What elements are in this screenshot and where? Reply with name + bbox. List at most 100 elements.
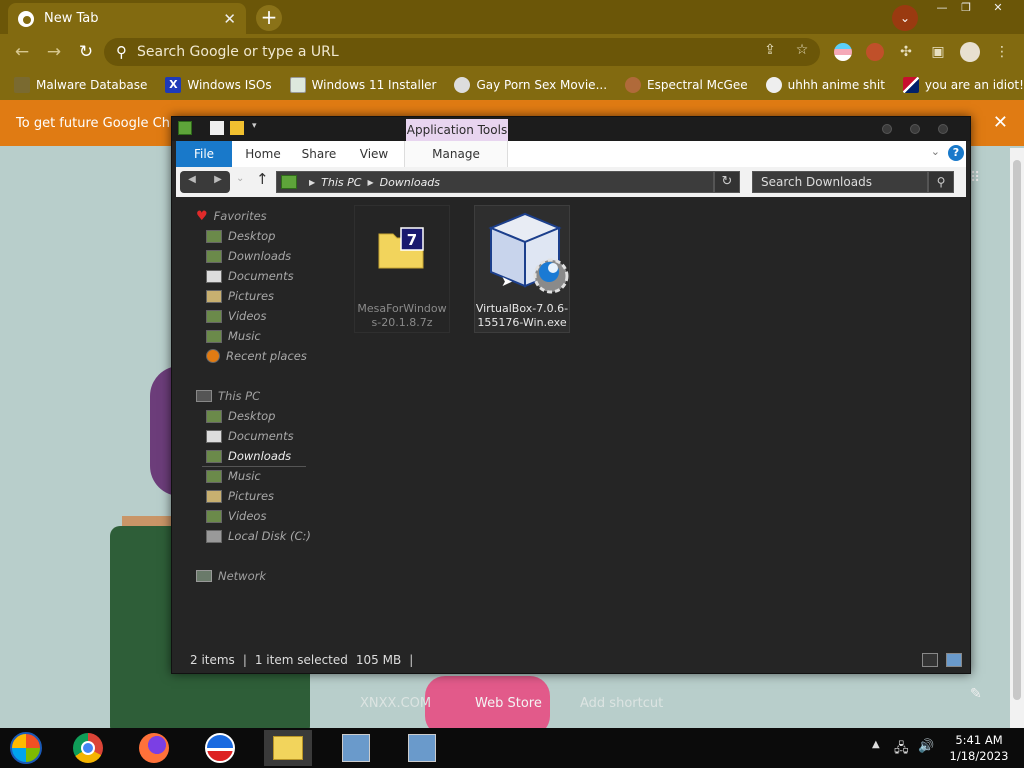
shortcut-add[interactable]: Add shortcut bbox=[580, 696, 663, 711]
bookmark-anime[interactable]: uhhh anime shit bbox=[765, 77, 885, 93]
restore-icon[interactable]: ❐ bbox=[954, 0, 978, 18]
shortcut-web-store[interactable]: Web Store bbox=[475, 696, 542, 711]
nav-pc-desktop[interactable]: Desktop bbox=[206, 407, 275, 425]
breadcrumb-arrow-icon[interactable]: ▶ bbox=[309, 178, 315, 187]
shortcut-xnxx[interactable]: XNXX.COM bbox=[360, 696, 431, 711]
nav-pc-music[interactable]: Music bbox=[206, 467, 261, 485]
forward-icon[interactable]: ▶ bbox=[206, 174, 230, 185]
minimize-icon[interactable] bbox=[882, 124, 892, 134]
customize-quick-access-icon[interactable]: ▾ bbox=[252, 121, 266, 135]
back-icon[interactable]: ← bbox=[10, 40, 34, 64]
file-item-mesa[interactable]: 7 MesaForWindow s-20.1.8.7z bbox=[354, 205, 450, 333]
bookmark-star-icon[interactable]: ☆ bbox=[792, 40, 812, 60]
breadcrumb-downloads[interactable]: Downloads bbox=[380, 176, 440, 189]
page-scrollbar[interactable] bbox=[1010, 148, 1024, 728]
breadcrumb-arrow-icon[interactable]: ▶ bbox=[367, 178, 373, 187]
search-input[interactable]: Search Downloads bbox=[752, 171, 928, 193]
breadcrumb-this-pc[interactable]: This PC bbox=[321, 176, 361, 189]
taskbar-firefox[interactable] bbox=[130, 730, 178, 766]
tab-view[interactable]: View bbox=[350, 141, 398, 167]
nav-pc-downloads[interactable]: Downloads bbox=[206, 447, 291, 465]
new-folder-icon[interactable] bbox=[230, 121, 244, 135]
bookmark-site[interactable]: Gay Porn Sex Movie... bbox=[454, 77, 607, 93]
taskbar-installer-2[interactable] bbox=[398, 730, 446, 766]
tab-new-tab[interactable]: New Tab ✕ bbox=[8, 3, 246, 34]
volume-icon[interactable]: 🔊 bbox=[918, 739, 934, 754]
tab-manage[interactable]: Manage bbox=[404, 141, 508, 167]
taskbar-file-explorer[interactable] bbox=[264, 730, 312, 766]
infobar-close-icon[interactable]: ✕ bbox=[993, 112, 1008, 133]
menu-kebab-icon[interactable]: ⋮ bbox=[992, 42, 1012, 62]
up-icon[interactable]: ↑ bbox=[256, 170, 269, 188]
customize-pencil-icon[interactable]: ✎ bbox=[970, 686, 982, 702]
tab-home[interactable]: Home bbox=[238, 141, 288, 167]
omnibox[interactable]: ⚲ Search Google or type a URL bbox=[104, 38, 820, 66]
nav-favorites[interactable]: ♥ Favorites bbox=[196, 207, 267, 225]
nav-pc-local-disk[interactable]: Local Disk (C:) bbox=[206, 527, 311, 545]
drive-icon bbox=[206, 529, 222, 543]
back-icon[interactable]: ◀ bbox=[180, 174, 204, 185]
share-icon[interactable]: ⇪ bbox=[760, 40, 780, 60]
network-tray-icon[interactable]: 🖧 bbox=[894, 739, 909, 761]
site-icon bbox=[454, 77, 471, 93]
profile-avatar-icon[interactable] bbox=[960, 42, 980, 62]
nav-fav-music[interactable]: Music bbox=[206, 327, 261, 345]
taskbar-chrome[interactable] bbox=[64, 730, 112, 766]
folder-icon bbox=[273, 736, 303, 760]
bookmark-malware-database[interactable]: Malware Database bbox=[14, 77, 147, 93]
tab-search-button[interactable]: ⌄ bbox=[892, 5, 918, 31]
x-icon: X bbox=[165, 77, 182, 93]
nav-fav-desktop[interactable]: Desktop bbox=[206, 227, 275, 245]
nav-pc-videos[interactable]: Videos bbox=[206, 507, 266, 525]
file-explorer-window: ▾ Application Tools File Home Share View… bbox=[171, 116, 971, 674]
nav-network[interactable]: Network bbox=[196, 567, 266, 585]
start-button[interactable] bbox=[2, 730, 50, 766]
extension-flag-icon[interactable] bbox=[834, 43, 852, 61]
this-pc-icon bbox=[281, 175, 297, 189]
show-hidden-icons[interactable]: ▲ bbox=[872, 739, 880, 750]
minimize-icon[interactable]: — bbox=[930, 0, 954, 18]
bookmark-espectral-mcgee[interactable]: Espectral McGee bbox=[625, 77, 748, 93]
system-clock[interactable]: 5:41 AM 1/18/2023 bbox=[944, 732, 1014, 764]
tab-file[interactable]: File bbox=[176, 141, 232, 167]
side-panel-icon[interactable]: ▣ bbox=[928, 42, 948, 62]
nav-this-pc[interactable]: This PC bbox=[196, 387, 260, 405]
bookmark-you-are-an-idiot[interactable]: you are an idiot! bbox=[902, 77, 1024, 93]
nav-fav-pictures[interactable]: Pictures bbox=[206, 287, 274, 305]
extensions-puzzle-icon[interactable]: ✣ bbox=[896, 42, 916, 62]
new-tab-button[interactable]: + bbox=[256, 5, 282, 31]
address-bar[interactable]: ▶ This PC ▶ Downloads bbox=[276, 171, 714, 193]
apps-grid-icon[interactable]: ⠿ bbox=[970, 170, 980, 186]
details-view-icon[interactable] bbox=[922, 653, 938, 667]
tab-close-icon[interactable]: ✕ bbox=[223, 10, 236, 28]
properties-icon[interactable] bbox=[210, 121, 224, 135]
extension-avatar-icon[interactable] bbox=[866, 43, 884, 61]
nav-fav-downloads[interactable]: Downloads bbox=[206, 247, 291, 265]
expand-ribbon-icon[interactable]: ⌄ bbox=[931, 145, 940, 158]
taskbar-app-4[interactable] bbox=[196, 730, 244, 766]
maximize-icon[interactable] bbox=[910, 124, 920, 134]
close-window-icon[interactable]: ✕ bbox=[986, 0, 1010, 18]
bookmark-windows-11-installer[interactable]: Windows 11 Installer bbox=[289, 77, 436, 93]
nav-pc-pictures[interactable]: Pictures bbox=[206, 487, 274, 505]
chrome-icon bbox=[18, 10, 34, 27]
nav-fav-videos[interactable]: Videos bbox=[206, 307, 266, 325]
refresh-icon[interactable]: ↻ bbox=[714, 171, 740, 193]
recent-locations-icon[interactable]: ⌄ bbox=[236, 173, 244, 184]
explorer-titlebar[interactable]: ▾ Application Tools bbox=[172, 117, 970, 141]
nav-fav-documents[interactable]: Documents bbox=[206, 267, 294, 285]
bookmark-windows-isos[interactable]: X Windows ISOs bbox=[165, 77, 272, 93]
search-icon[interactable]: ⚲ bbox=[928, 171, 954, 193]
taskbar-installer-1[interactable] bbox=[332, 730, 380, 766]
tab-share[interactable]: Share bbox=[294, 141, 344, 167]
help-icon[interactable]: ? bbox=[948, 145, 964, 161]
forward-icon[interactable]: → bbox=[42, 40, 66, 64]
close-icon[interactable] bbox=[938, 124, 948, 134]
avatar-icon bbox=[625, 77, 642, 93]
reload-icon[interactable]: ↻ bbox=[74, 40, 98, 64]
large-icons-view-icon[interactable] bbox=[946, 653, 962, 667]
nav-fav-recent[interactable]: Recent places bbox=[206, 347, 307, 365]
nav-pc-documents[interactable]: Documents bbox=[206, 427, 294, 445]
file-item-virtualbox[interactable]: ➤ VirtualBox-7.0.6- 155176-Win.exe bbox=[474, 205, 570, 333]
windows-logo-icon bbox=[10, 732, 42, 764]
